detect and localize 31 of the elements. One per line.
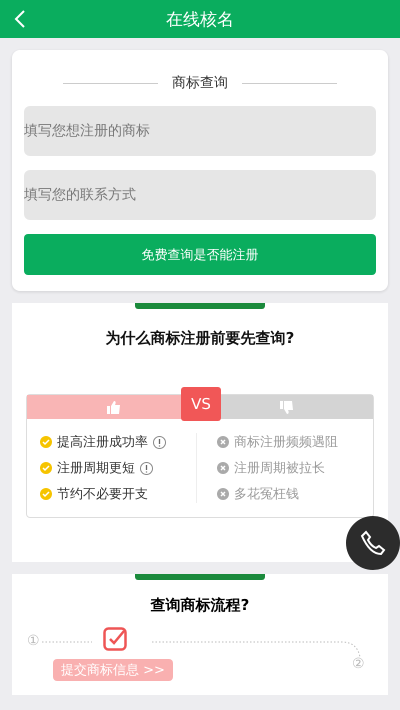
check-icon xyxy=(40,488,52,500)
step-number: ① xyxy=(27,633,40,649)
pro-text: 节约不必要开支 xyxy=(57,486,148,503)
thumbs-down-icon xyxy=(280,400,294,414)
cross-icon xyxy=(217,436,229,448)
call-button[interactable] xyxy=(346,516,400,570)
step-label: 提交商标信息 >> xyxy=(53,659,173,681)
con-text: 多花冤枉钱 xyxy=(234,486,299,503)
input-field[interactable]: 填写您的联系方式 xyxy=(24,170,376,220)
back-icon[interactable] xyxy=(14,10,26,28)
info-icon xyxy=(153,436,166,448)
vs-badge: VS xyxy=(181,387,221,421)
section-title: 查询商标流程? xyxy=(149,596,250,615)
checkbox-icon xyxy=(103,627,129,653)
cross-icon xyxy=(217,488,229,500)
pro-text: 提高注册成功率 xyxy=(57,434,148,451)
phone-icon xyxy=(360,530,386,556)
info-icon xyxy=(140,462,153,474)
submit-button[interactable]: 免费查询是否能注册 xyxy=(24,234,376,275)
check-icon xyxy=(40,436,52,448)
input-field[interactable]: 填写您想注册的商标 xyxy=(24,106,376,156)
section-title: 为什么商标注册前要先查询? xyxy=(104,329,296,348)
cross-icon xyxy=(217,462,229,474)
check-icon xyxy=(40,462,52,474)
con-text: 商标注册频频遇阻 xyxy=(234,434,338,451)
thumbs-up-icon xyxy=(106,400,120,414)
page-title: 在线核名 xyxy=(166,8,234,30)
con-text: 注册周期被拉长 xyxy=(234,460,325,477)
card-title: 商标查询 xyxy=(172,74,228,92)
step-number: ② xyxy=(352,656,365,672)
pro-text: 注册周期更短 xyxy=(57,460,135,477)
